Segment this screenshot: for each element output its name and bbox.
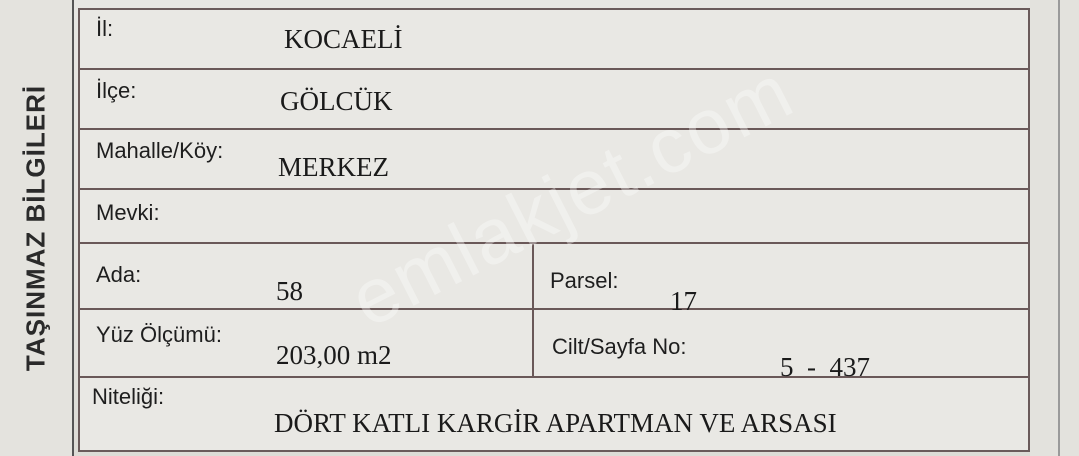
label-niteligi: Niteliği: bbox=[92, 384, 165, 409]
document-page: TAŞINMAZ BİLGİLERİ İl: KOCAELİ İlçe: GÖL… bbox=[0, 0, 1079, 456]
label-cilt-sayfa: Cilt/Sayfa No: bbox=[552, 334, 687, 359]
right-edge-line bbox=[1058, 0, 1060, 456]
value-mahalle: MERKEZ bbox=[278, 152, 389, 182]
property-info-form: İl: KOCAELİ İlçe: GÖLCÜK Mahalle/Köy: ME… bbox=[78, 8, 1030, 452]
row-yuzolcumu-cilt: Yüz Ölçümü: 203,00 m2 Cilt/Sayfa No: 5 -… bbox=[80, 310, 1028, 382]
row-mevki: Mevki: bbox=[80, 190, 1028, 244]
value-il: KOCAELİ bbox=[284, 24, 403, 54]
side-title: TAŞINMAZ BİLGİLERİ bbox=[20, 84, 51, 372]
label-parsel: Parsel: bbox=[550, 268, 619, 293]
value-yuz-olcumu: 203,00 m2 bbox=[276, 340, 392, 370]
label-ada: Ada: bbox=[96, 262, 142, 287]
row-ilce: İlçe: GÖLCÜK bbox=[80, 70, 1028, 130]
label-mahalle: Mahalle/Köy: bbox=[96, 138, 224, 163]
label-yuz-olcumu: Yüz Ölçümü: bbox=[96, 322, 222, 347]
row-ada-parsel: Ada: 58 Parsel: 17 bbox=[80, 244, 1028, 316]
label-ilce: İlçe: bbox=[96, 78, 137, 103]
value-ada: 58 bbox=[276, 276, 303, 306]
label-il: İl: bbox=[96, 16, 114, 41]
column-divider bbox=[532, 244, 534, 376]
value-ilce: GÖLCÜK bbox=[280, 86, 393, 116]
value-niteligi: DÖRT KATLI KARGİR APARTMAN VE ARSASI bbox=[274, 408, 837, 438]
side-strip: TAŞINMAZ BİLGİLERİ bbox=[0, 0, 74, 456]
right-margin bbox=[1030, 0, 1079, 456]
row-mahalle: Mahalle/Köy: MERKEZ bbox=[80, 130, 1028, 190]
row-niteligi: Niteliği: DÖRT KATLI KARGİR APARTMAN VE … bbox=[80, 378, 1028, 450]
label-mevki: Mevki: bbox=[96, 200, 160, 225]
row-il: İl: KOCAELİ bbox=[80, 10, 1028, 70]
